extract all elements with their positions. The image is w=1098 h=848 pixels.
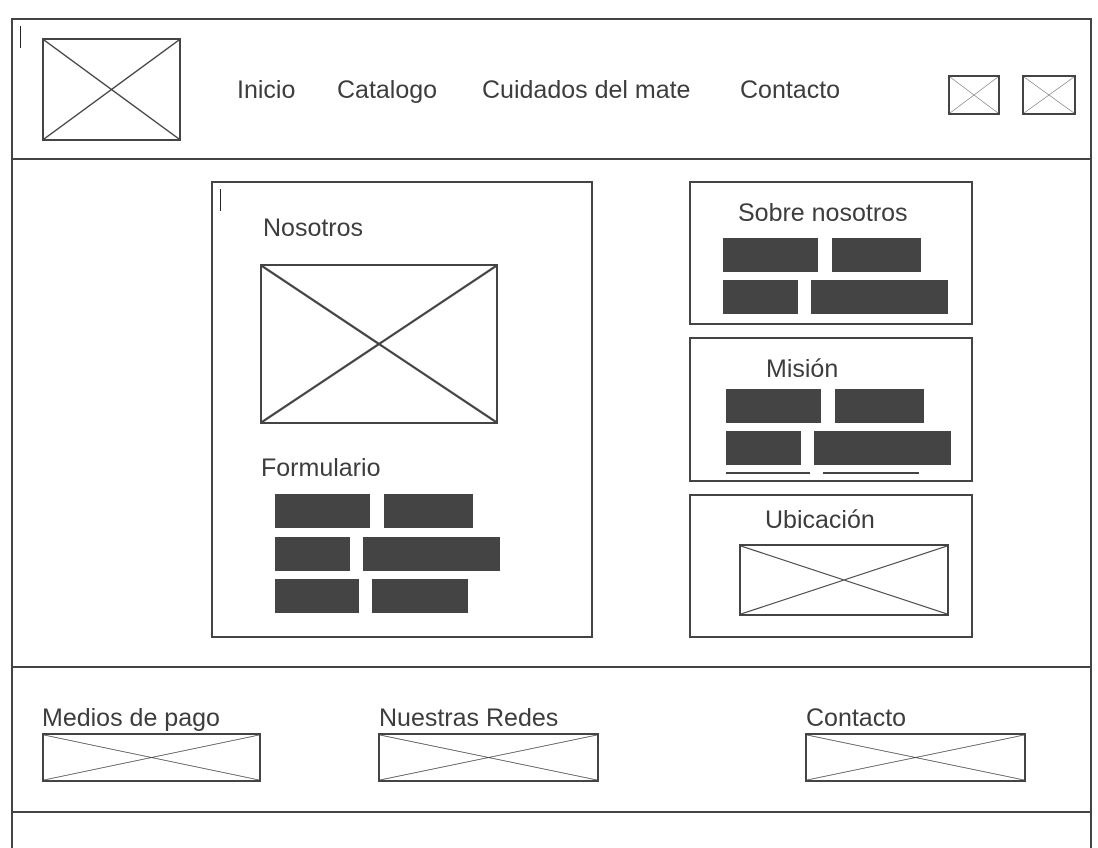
nav-catalogo[interactable]: Catalogo <box>337 76 437 105</box>
header-icon-2[interactable] <box>1022 75 1076 115</box>
medios-de-pago-placeholder <box>42 733 261 782</box>
nosotros-title: Nosotros <box>263 214 364 242</box>
nav-inicio[interactable]: Inicio <box>237 76 295 105</box>
sobre-nosotros-title: Sobre nosotros <box>738 199 908 227</box>
bottom-divider <box>11 811 1092 813</box>
text-block <box>723 280 798 314</box>
nuestras-redes-title: Nuestras Redes <box>379 704 559 732</box>
text-block <box>835 389 924 423</box>
form-submit-button[interactable] <box>372 579 468 613</box>
form-field[interactable] <box>363 537 500 571</box>
footer-divider <box>11 666 1092 668</box>
map-placeholder[interactable] <box>739 544 949 616</box>
mision-title: Misión <box>766 355 839 383</box>
nosotros-image-placeholder <box>260 264 498 424</box>
text-block <box>832 238 921 272</box>
text-block-cut <box>726 472 810 474</box>
text-block <box>726 431 801 465</box>
text-block <box>726 389 821 423</box>
text-cursor <box>220 189 221 211</box>
logo-placeholder[interactable] <box>42 38 181 141</box>
text-cursor <box>20 26 21 48</box>
text-block-cut <box>823 472 919 474</box>
footer-contacto-placeholder[interactable] <box>805 733 1026 782</box>
form-field[interactable] <box>275 494 370 528</box>
nav-cuidados-del-mate[interactable]: Cuidados del mate <box>482 76 690 105</box>
header-icon-1[interactable] <box>948 75 1000 115</box>
form-field[interactable] <box>275 537 350 571</box>
form-field[interactable] <box>384 494 473 528</box>
text-block <box>723 238 818 272</box>
text-block <box>814 431 951 465</box>
medios-de-pago-title: Medios de pago <box>42 704 220 732</box>
nuestras-redes-placeholder[interactable] <box>378 733 599 782</box>
footer-contacto-title: Contacto <box>806 704 907 732</box>
form-field[interactable] <box>275 579 359 613</box>
nav-contacto[interactable]: Contacto <box>740 76 840 105</box>
formulario-title: Formulario <box>261 454 381 482</box>
text-block <box>811 280 948 314</box>
header-divider <box>11 158 1092 160</box>
ubicacion-title: Ubicación <box>765 506 875 534</box>
